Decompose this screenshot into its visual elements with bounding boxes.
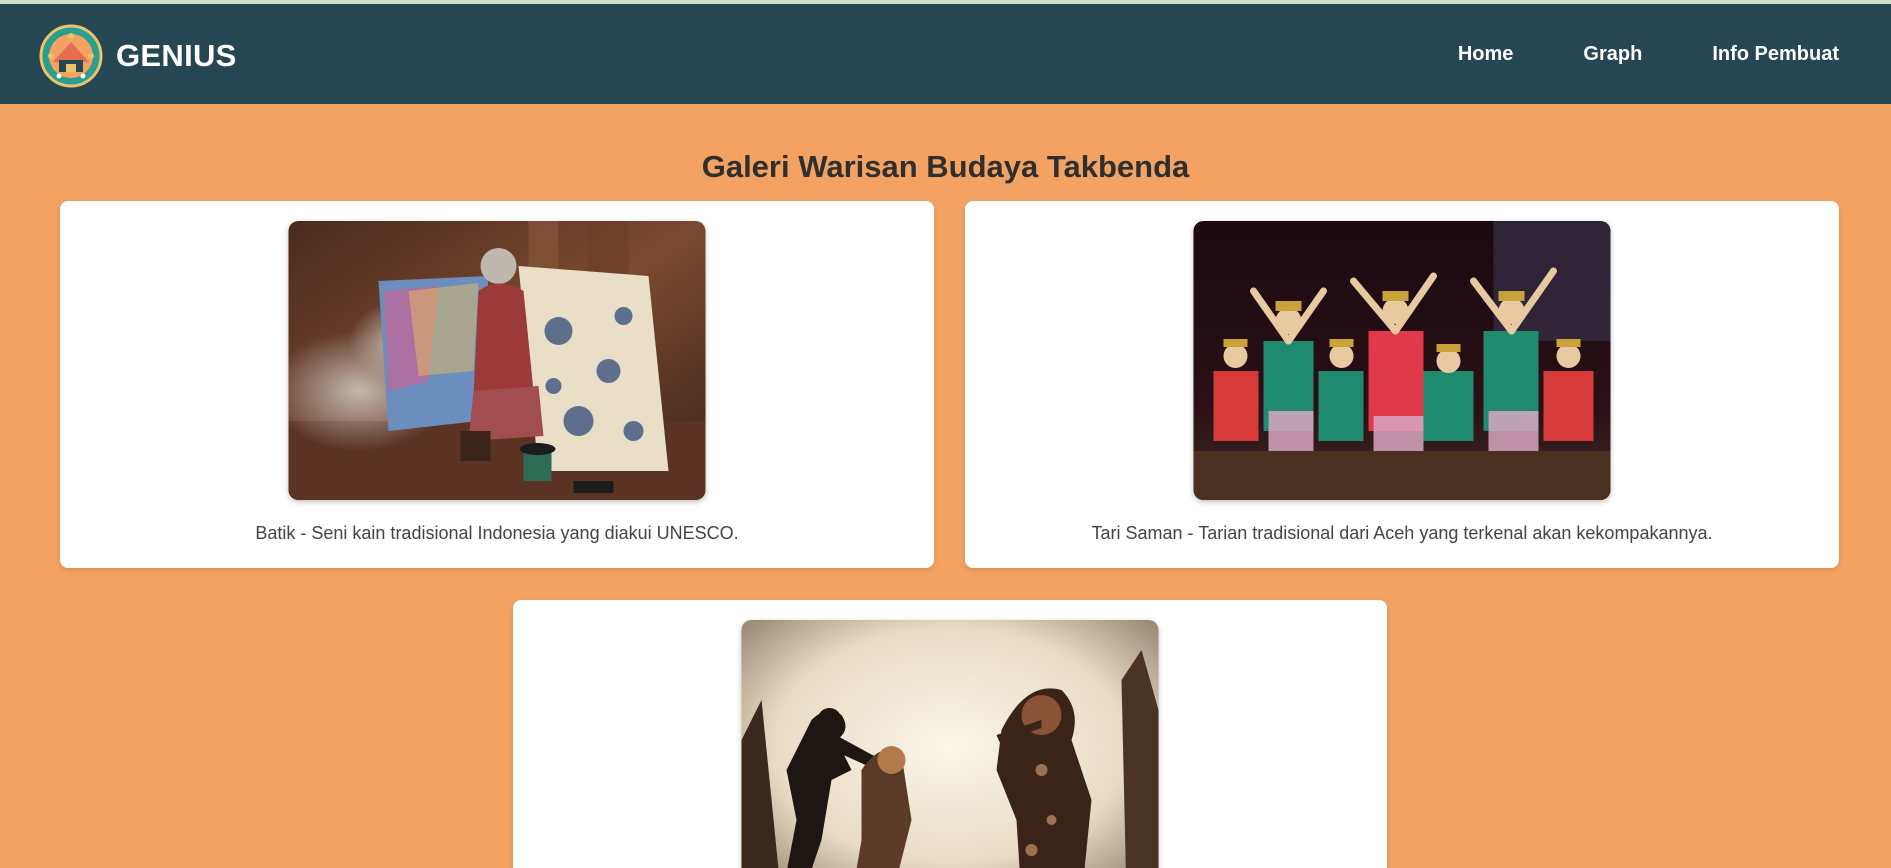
brand-name: GENIUS	[116, 38, 237, 73]
nav-graph-link[interactable]: Graph	[1583, 43, 1642, 66]
brand[interactable]: GENIUS	[39, 24, 237, 88]
gallery-card-wayang	[513, 600, 1387, 868]
card-caption: Batik - Seni kain tradisional Indonesia …	[255, 523, 739, 543]
batik-photo	[288, 221, 706, 500]
nav-menu: Home Graph Info Pembuat	[1388, 4, 1839, 104]
wayang-photo	[741, 620, 1159, 868]
gallery-card-tari-saman: Tari Saman - Tarian tradisional dari Ace…	[965, 201, 1839, 568]
card-caption: Tari Saman - Tarian tradisional dari Ace…	[1091, 523, 1713, 543]
nav-info-pembuat-link[interactable]: Info Pembuat	[1712, 43, 1839, 66]
nav-home-link[interactable]: Home	[1458, 43, 1514, 66]
gallery-card-batik: Batik - Seni kain tradisional Indonesia …	[60, 201, 934, 568]
navbar: GENIUS Home Graph Info Pembuat	[0, 4, 1891, 104]
page-title: Galeri Warisan Budaya Takbenda	[701, 149, 1190, 184]
cultural-emblem-icon	[39, 24, 103, 88]
tari-saman-photo	[1193, 221, 1611, 500]
